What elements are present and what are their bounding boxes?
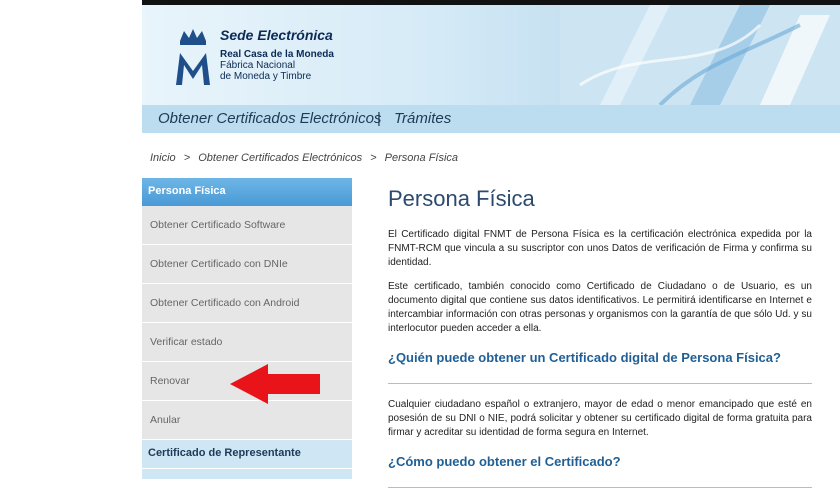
sidebar-section-next[interactable]: [142, 469, 352, 479]
brand-block: Sede Electrónica Real Casa de la Moneda …: [220, 27, 334, 82]
heading-como-obtener[interactable]: ¿Cómo puedo obtener el Certificado?: [388, 454, 812, 469]
page-title: Persona Física: [388, 186, 535, 211]
sidebar-section-representante[interactable]: Certificado de Representante: [142, 440, 352, 469]
sidebar-item-android[interactable]: Obtener Certificado con Android: [142, 284, 352, 323]
nav-obtener-certificados[interactable]: Obtener Certificados Electrónicos: [158, 110, 381, 127]
header-decoration: [560, 5, 840, 105]
site-title[interactable]: Sede Electrónica: [220, 27, 334, 43]
sidebar-section-persona-fisica[interactable]: Persona Física: [142, 178, 352, 206]
intro-paragraph: El Certificado digital FNMT de Persona F…: [388, 229, 812, 268]
left-arrow-annotation-icon: [230, 364, 320, 404]
sidebar-item-software[interactable]: Obtener Certificado Software: [142, 206, 352, 245]
breadcrumb-separator: >: [370, 152, 377, 164]
site-header: Sede Electrónica Real Casa de la Moneda …: [142, 5, 840, 105]
divider: [388, 383, 812, 384]
nav-tramites[interactable]: Trámites: [394, 110, 451, 127]
main-content: Persona Física El Certificado digital FN…: [388, 180, 812, 502]
sidebar-item-dnie[interactable]: Obtener Certificado con DNIe: [142, 245, 352, 284]
org-line2: Fábrica Nacional: [220, 60, 296, 71]
breadcrumb: Inicio > Obtener Certificados Electrónic…: [150, 152, 463, 164]
org-name: Real Casa de la Moneda: [220, 49, 334, 60]
org-line3: de Moneda y Timbre: [220, 71, 312, 82]
crown-m-logo-icon[interactable]: [172, 27, 214, 87]
eligibility-paragraph: Cualquier ciudadano español o extranjero…: [388, 399, 812, 438]
description-paragraph: Este certificado, también conocido como …: [388, 281, 812, 334]
breadcrumb-inicio[interactable]: Inicio: [150, 152, 176, 164]
sidebar-item-anular[interactable]: Anular: [142, 401, 352, 440]
divider: [388, 487, 812, 488]
sidebar-item-verificar[interactable]: Verificar estado: [142, 323, 352, 362]
sidebar: Persona Física Obtener Certificado Softw…: [142, 178, 352, 480]
heading-quien-puede[interactable]: ¿Quién puede obtener un Certificado digi…: [388, 350, 812, 365]
breadcrumb-obtener[interactable]: Obtener Certificados Electrónicos: [198, 152, 362, 164]
main-nav: Obtener Certificados Electrónicos | Trám…: [142, 105, 840, 133]
breadcrumb-separator: >: [183, 152, 191, 164]
breadcrumb-current: Persona Física: [384, 152, 459, 164]
nav-separator: |: [377, 110, 381, 127]
